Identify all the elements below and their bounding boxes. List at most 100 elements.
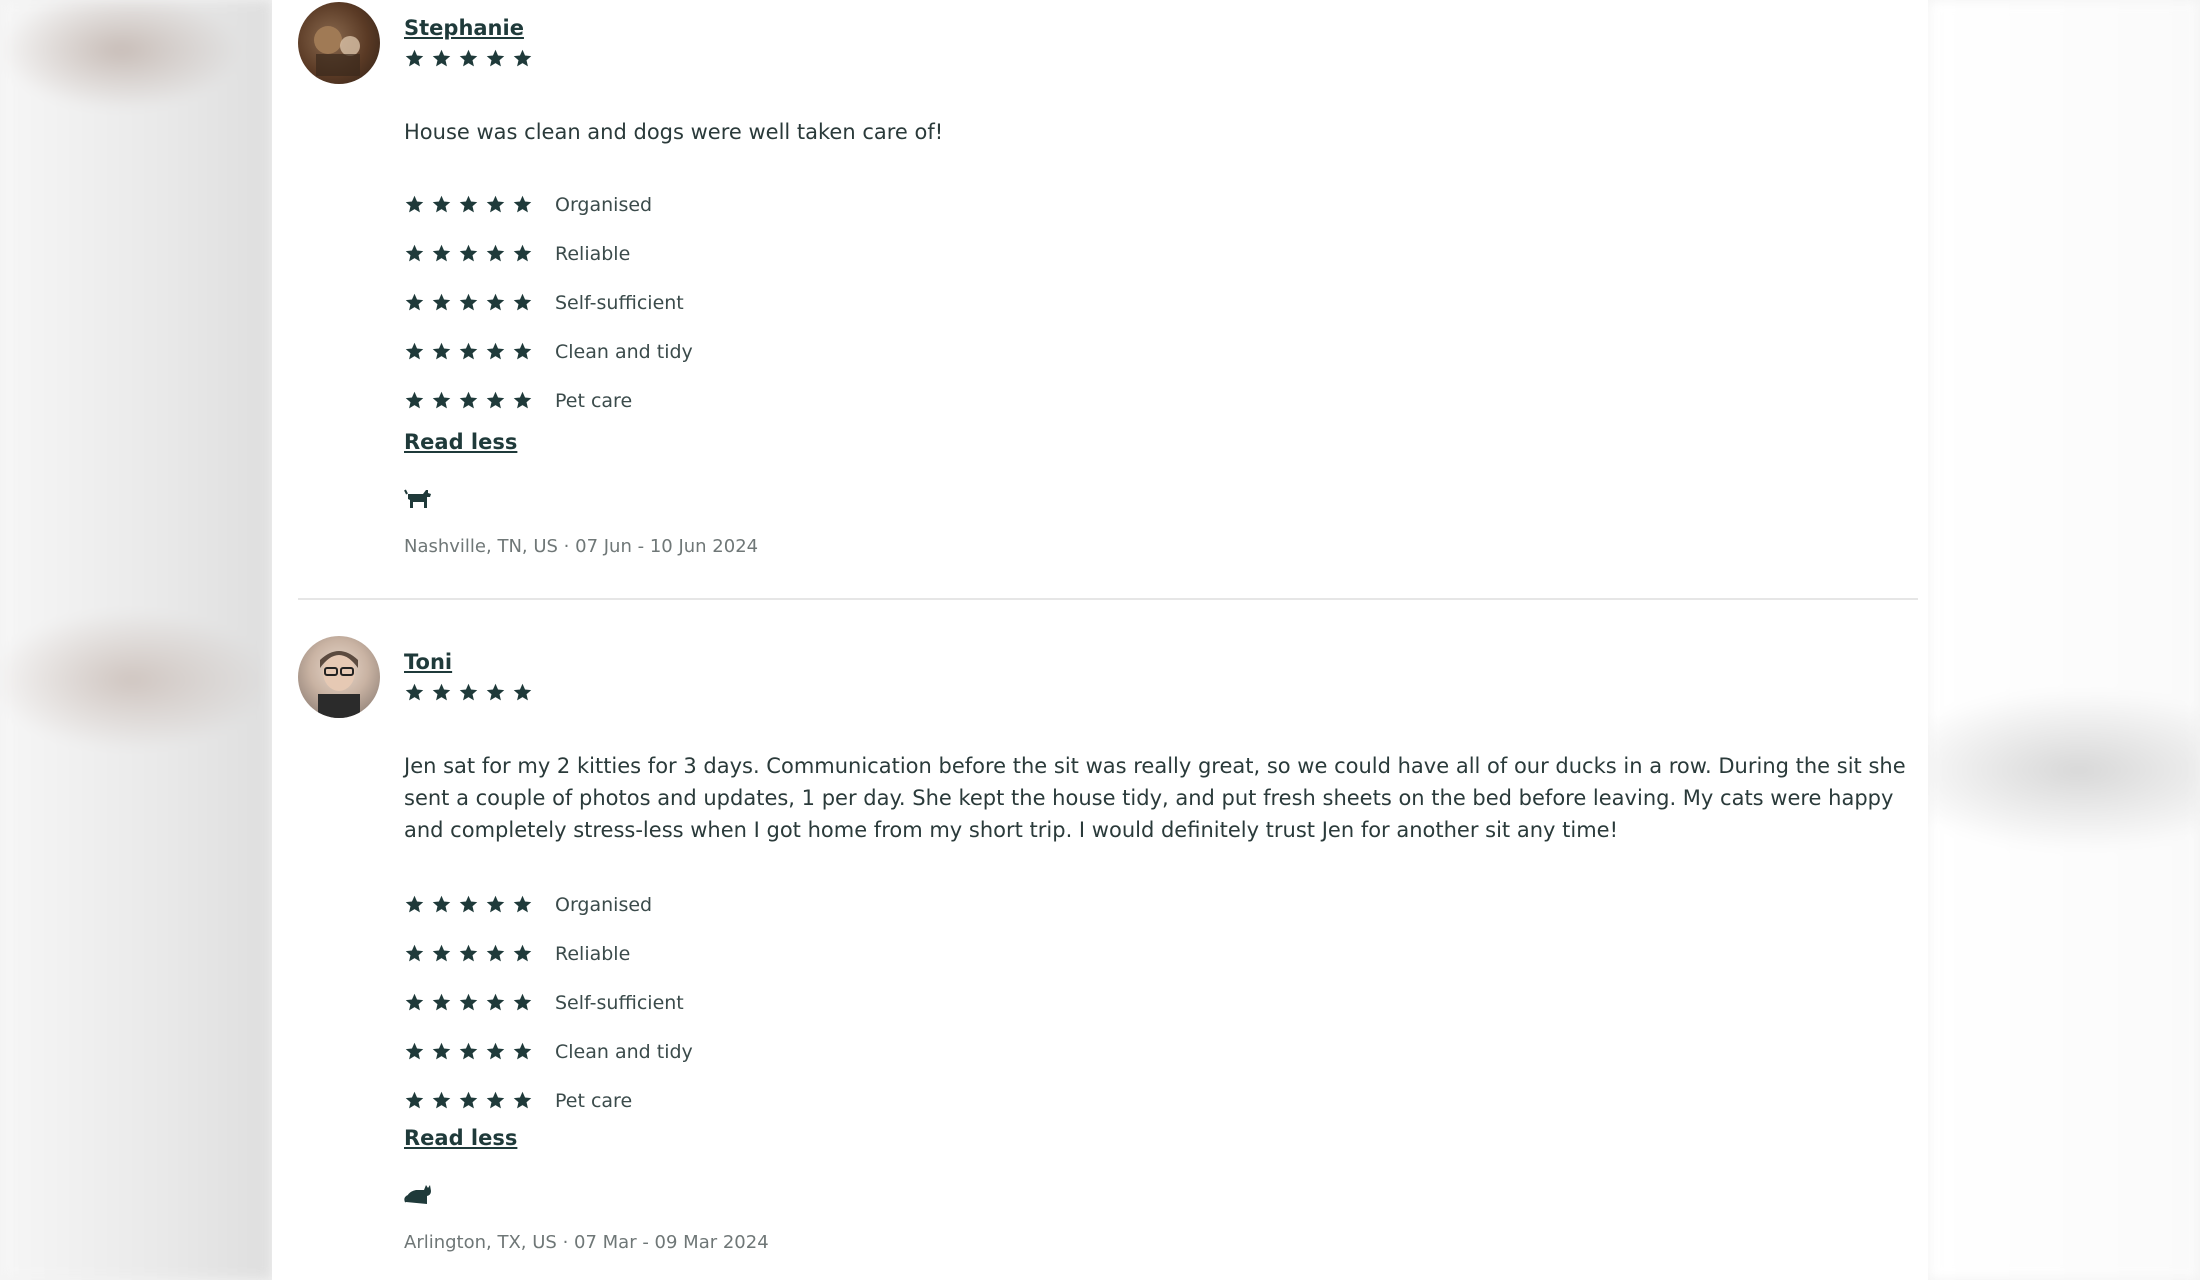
avatar[interactable] — [298, 2, 380, 84]
category-stars — [404, 390, 533, 411]
category-label: Pet care — [555, 389, 633, 412]
reviewer-name-link[interactable]: Stephanie — [404, 16, 524, 40]
star-icon — [458, 292, 479, 313]
category-rating-row: Self-sufficient — [404, 978, 693, 1027]
cat-icon — [404, 1180, 434, 1206]
review-text: House was clean and dogs were well taken… — [404, 120, 944, 144]
star-icon — [458, 194, 479, 215]
category-stars — [404, 894, 533, 915]
category-rating-row: Reliable — [404, 929, 693, 978]
star-icon — [431, 1041, 452, 1062]
read-less-link[interactable]: Read less — [404, 430, 517, 454]
category-rating-row: Clean and tidy — [404, 1027, 693, 1076]
review-divider — [298, 598, 1918, 600]
star-icon — [431, 682, 452, 703]
star-icon — [485, 894, 506, 915]
star-icon — [512, 682, 533, 703]
star-icon — [485, 194, 506, 215]
star-icon — [512, 48, 533, 69]
star-icon — [404, 1041, 425, 1062]
star-icon — [512, 894, 533, 915]
star-icon — [512, 943, 533, 964]
dog-icon — [404, 484, 434, 510]
star-icon — [512, 292, 533, 313]
category-label: Organised — [555, 193, 653, 216]
star-icon — [485, 243, 506, 264]
star-icon — [458, 48, 479, 69]
category-rating-row: Pet care — [404, 376, 693, 425]
reviews-panel: Stephanie House was clean and dogs were … — [272, 0, 1928, 1280]
star-icon — [404, 682, 425, 703]
star-icon — [431, 292, 452, 313]
star-icon — [458, 341, 479, 362]
star-icon — [431, 943, 452, 964]
star-icon — [485, 292, 506, 313]
star-icon — [458, 943, 479, 964]
star-icon — [512, 243, 533, 264]
category-stars — [404, 1041, 533, 1062]
overall-rating — [404, 48, 533, 69]
star-icon — [431, 390, 452, 411]
star-icon — [512, 1041, 533, 1062]
category-label: Self-sufficient — [555, 291, 684, 314]
category-label: Reliable — [555, 242, 631, 265]
category-stars — [404, 292, 533, 313]
star-icon — [458, 894, 479, 915]
star-icon — [512, 194, 533, 215]
category-label: Self-sufficient — [555, 991, 684, 1014]
star-icon — [404, 894, 425, 915]
category-label: Pet care — [555, 1089, 633, 1112]
star-icon — [431, 243, 452, 264]
star-icon — [485, 390, 506, 411]
review-meta: Nashville, TN, US · 07 Jun - 10 Jun 2024 — [404, 536, 759, 557]
star-icon — [485, 1041, 506, 1062]
category-rating-row: Reliable — [404, 229, 693, 278]
category-rating-row: Organised — [404, 880, 693, 929]
category-stars — [404, 943, 533, 964]
blurred-background-right — [1928, 0, 2200, 1280]
category-stars — [404, 992, 533, 1013]
star-icon — [431, 341, 452, 362]
page: Stephanie House was clean and dogs were … — [0, 0, 2200, 1280]
category-stars — [404, 243, 533, 264]
category-rating-row: Self-sufficient — [404, 278, 693, 327]
star-icon — [404, 1090, 425, 1111]
category-label: Reliable — [555, 942, 631, 965]
star-icon — [431, 1090, 452, 1111]
star-icon — [485, 1090, 506, 1111]
category-rating-row: Pet care — [404, 1076, 693, 1125]
blurred-background-left — [0, 0, 272, 1280]
star-icon — [458, 390, 479, 411]
star-icon — [485, 682, 506, 703]
star-icon — [404, 341, 425, 362]
star-icon — [431, 894, 452, 915]
category-ratings: Organised Reliable Self-sufficient Clean an… — [404, 880, 693, 1125]
star-icon — [404, 194, 425, 215]
reviewer-name-link[interactable]: Toni — [404, 650, 452, 674]
category-label: Organised — [555, 893, 653, 916]
star-icon — [404, 48, 425, 69]
star-icon — [431, 992, 452, 1013]
star-icon — [404, 292, 425, 313]
star-icon — [458, 1090, 479, 1111]
category-stars — [404, 194, 533, 215]
star-icon — [485, 943, 506, 964]
category-stars — [404, 1090, 533, 1111]
star-icon — [458, 682, 479, 703]
star-icon — [404, 992, 425, 1013]
star-icon — [512, 992, 533, 1013]
category-rating-row: Clean and tidy — [404, 327, 693, 376]
avatar[interactable] — [298, 636, 380, 718]
star-icon — [485, 992, 506, 1013]
star-icon — [512, 390, 533, 411]
review-meta: Arlington, TX, US · 07 Mar - 09 Mar 2024 — [404, 1232, 769, 1253]
star-icon — [458, 243, 479, 264]
star-icon — [458, 992, 479, 1013]
read-less-link[interactable]: Read less — [404, 1126, 517, 1150]
star-icon — [404, 943, 425, 964]
category-label: Clean and tidy — [555, 1040, 693, 1063]
star-icon — [431, 48, 452, 69]
star-icon — [512, 341, 533, 362]
star-icon — [512, 1090, 533, 1111]
review-text: Jen sat for my 2 kitties for 3 days. Com… — [404, 754, 1906, 842]
